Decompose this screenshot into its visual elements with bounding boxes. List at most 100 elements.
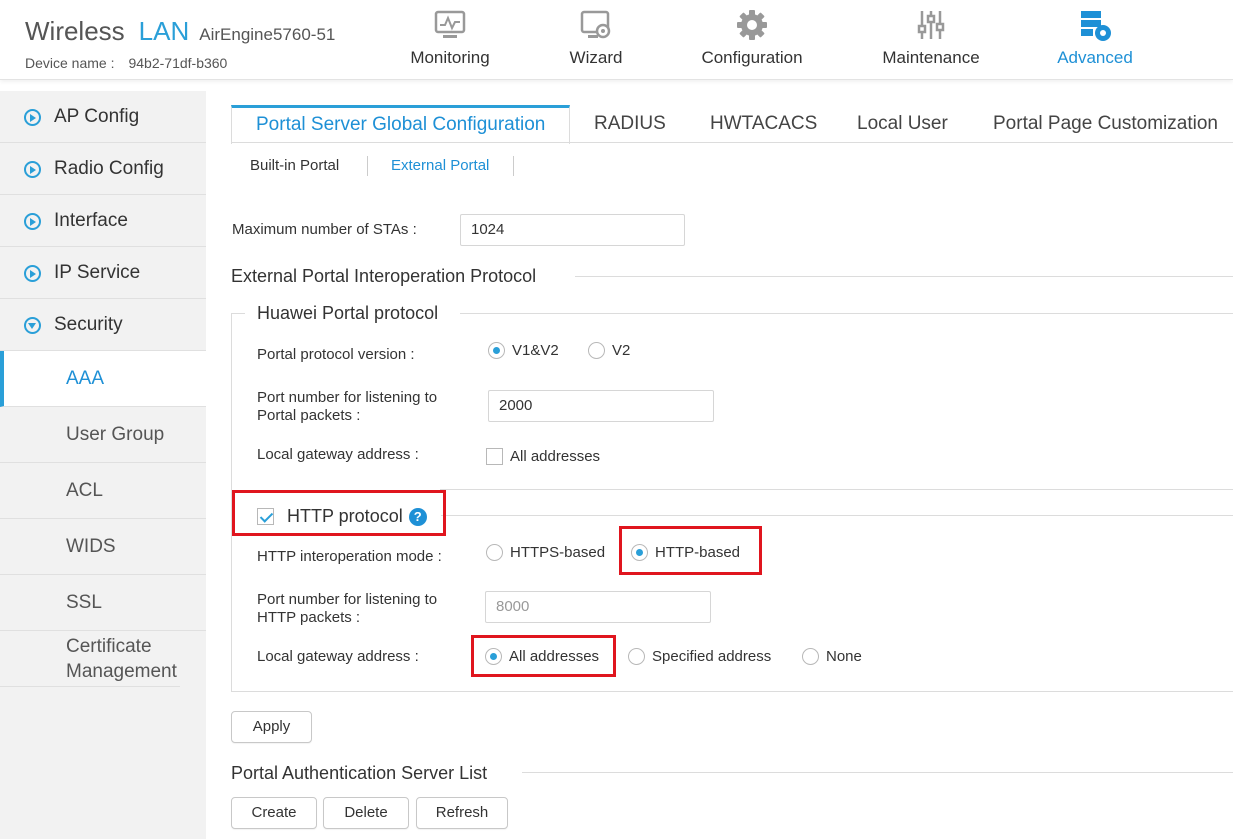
portal-version-label: Portal protocol version : (257, 346, 415, 363)
checkbox-unchecked-icon (486, 448, 503, 465)
sidebar-subitem-acl[interactable]: ACL (0, 463, 206, 519)
subtab-builtin-portal[interactable]: Built-in Portal (250, 157, 339, 174)
tab-portal-page-customization[interactable]: Portal Page Customization (993, 105, 1218, 143)
expand-arrow-icon (24, 265, 41, 282)
radio-unselected-icon (486, 544, 503, 561)
brand: Wireless LAN AirEngine5760-51 (25, 16, 335, 47)
nav-configuration[interactable]: Configuration (687, 8, 817, 74)
sidebar-item-security[interactable]: Security (0, 299, 206, 351)
sidebar-subitem-certificate[interactable]: Certificate Management (0, 631, 180, 687)
highlight-http-protocol (232, 490, 446, 536)
radio-none[interactable]: None (802, 648, 862, 665)
portal-port-label: Port number for listening to Portal packe… (257, 389, 437, 425)
sidebar-item-interface[interactable]: Interface (0, 195, 206, 247)
sidebar-subitem-aaa[interactable]: AAA (0, 351, 206, 407)
sidebar-item-radio-config[interactable]: Radio Config (0, 143, 206, 195)
nav-monitoring[interactable]: Monitoring (385, 8, 515, 74)
subtab-external-portal[interactable]: External Portal (391, 157, 489, 174)
collapse-arrow-icon (24, 317, 41, 334)
radio-unselected-icon (802, 648, 819, 665)
sliders-icon (917, 11, 945, 39)
sidebar-item-label: Radio Config (54, 157, 164, 179)
nav-advanced-label: Advanced (1057, 48, 1133, 67)
nav-maintenance[interactable]: Maintenance (866, 8, 996, 74)
apply-button[interactable]: Apply (231, 711, 312, 743)
sidebar-item-ap-config[interactable]: AP Config (0, 91, 206, 143)
radio-specified-address-label: Specified address (652, 648, 772, 665)
portal-port-input[interactable]: 2000 (488, 390, 714, 422)
highlight-all-addresses (471, 635, 616, 677)
huawei-all-addresses-label: All addresses (510, 448, 601, 465)
highlight-http-based (619, 526, 762, 575)
portal-port-label-line2: Portal packets : (257, 407, 361, 424)
tab-portal-server-global[interactable]: Portal Server Global Configuration (231, 105, 571, 144)
huawei-portal-title: Huawei Portal protocol (257, 303, 439, 324)
nav-wizard[interactable]: Wizard (531, 8, 661, 74)
device-name-label: Device name : (25, 55, 115, 71)
huawei-gateway-label: Local gateway address : (257, 446, 419, 463)
sidebar-subitem-user-group[interactable]: User Group (0, 407, 206, 463)
max-sta-input[interactable]: 1024 (460, 214, 685, 246)
section-divider (440, 489, 1233, 490)
http-port-label-line2: HTTP packets : (257, 609, 361, 626)
sidebar-item-label: IP Service (54, 261, 141, 283)
radio-https-based-label: HTTPS-based (510, 544, 606, 561)
portal-port-label-line1: Port number for listening to (257, 389, 438, 406)
radio-https-based[interactable]: HTTPS-based (486, 544, 605, 561)
subtab-divider (513, 156, 514, 176)
http-mode-label: HTTP interoperation mode : (257, 548, 442, 565)
radio-none-label: None (826, 648, 862, 665)
http-port-label-line1: Port number for listening to (257, 591, 438, 608)
sidebar-item-ip-service[interactable]: IP Service (0, 247, 206, 299)
section-divider (522, 772, 1233, 773)
radio-unselected-icon (588, 342, 605, 359)
device-model: AirEngine5760-51 (199, 25, 336, 44)
delete-button[interactable]: Delete (323, 797, 409, 829)
radio-specified-address[interactable]: Specified address (628, 648, 771, 665)
interop-section-title: External Portal Interoperation Protocol (231, 266, 537, 286)
http-port-input[interactable]: 8000 (485, 591, 711, 623)
expand-arrow-icon (24, 213, 41, 230)
create-button[interactable]: Create (231, 797, 317, 829)
advanced-icon (1081, 11, 1111, 41)
http-gateway-label: Local gateway address : (257, 648, 419, 665)
wizard-icon (580, 10, 611, 39)
brand-lan: LAN (138, 16, 190, 46)
radio-v1v2[interactable]: V1&V2 (488, 342, 559, 359)
nav-advanced[interactable]: Advanced (1030, 8, 1160, 74)
sidebar-subitem-wids[interactable]: WIDS (0, 519, 206, 575)
radio-v2-label: V2 (612, 342, 631, 359)
radio-v1v2-label: V1&V2 (512, 342, 559, 359)
expand-arrow-icon (24, 161, 41, 178)
section-divider (575, 276, 1233, 277)
tab-local-user[interactable]: Local User (857, 105, 948, 143)
sidebar-item-label: AP Config (54, 105, 140, 127)
nav-wizard-label: Wizard (569, 48, 623, 67)
radio-unselected-icon (628, 648, 645, 665)
refresh-button[interactable]: Refresh (416, 797, 508, 829)
http-port-label: Port number for listening to HTTP packets… (257, 591, 437, 627)
device-name-value: 94b2-71df-b360 (128, 55, 228, 71)
radio-v2[interactable]: V2 (588, 342, 630, 359)
tab-hwtacacs[interactable]: HWTACACS (710, 105, 817, 143)
nav-maintenance-label: Maintenance (882, 48, 980, 67)
tab-divider (231, 142, 1233, 143)
sidebar-subitem-ssl[interactable]: SSL (0, 575, 206, 631)
sidebar-item-label: Interface (54, 209, 128, 231)
huawei-all-addresses-checkbox[interactable]: All addresses (486, 448, 600, 465)
brand-wireless: Wireless (25, 16, 125, 46)
gear-icon (737, 10, 767, 40)
server-list-title: Portal Authentication Server List (231, 763, 488, 783)
subtab-divider (367, 156, 368, 176)
top-header: Wireless LAN AirEngine5760-51 Device name … (0, 0, 1233, 80)
expand-arrow-icon (24, 109, 41, 126)
device-name: Device name : 94b2-71df-b360 (25, 55, 227, 71)
tab-radius[interactable]: RADIUS (594, 105, 666, 143)
monitor-icon (434, 10, 466, 38)
nav-monitoring-label: Monitoring (410, 48, 490, 67)
radio-selected-icon (488, 342, 505, 359)
section-divider (440, 515, 1233, 516)
nav-configuration-label: Configuration (701, 48, 803, 67)
max-sta-label: Maximum number of STAs : (232, 221, 417, 238)
sidebar: AP Config Radio Config Interface IP Serv… (0, 91, 206, 839)
